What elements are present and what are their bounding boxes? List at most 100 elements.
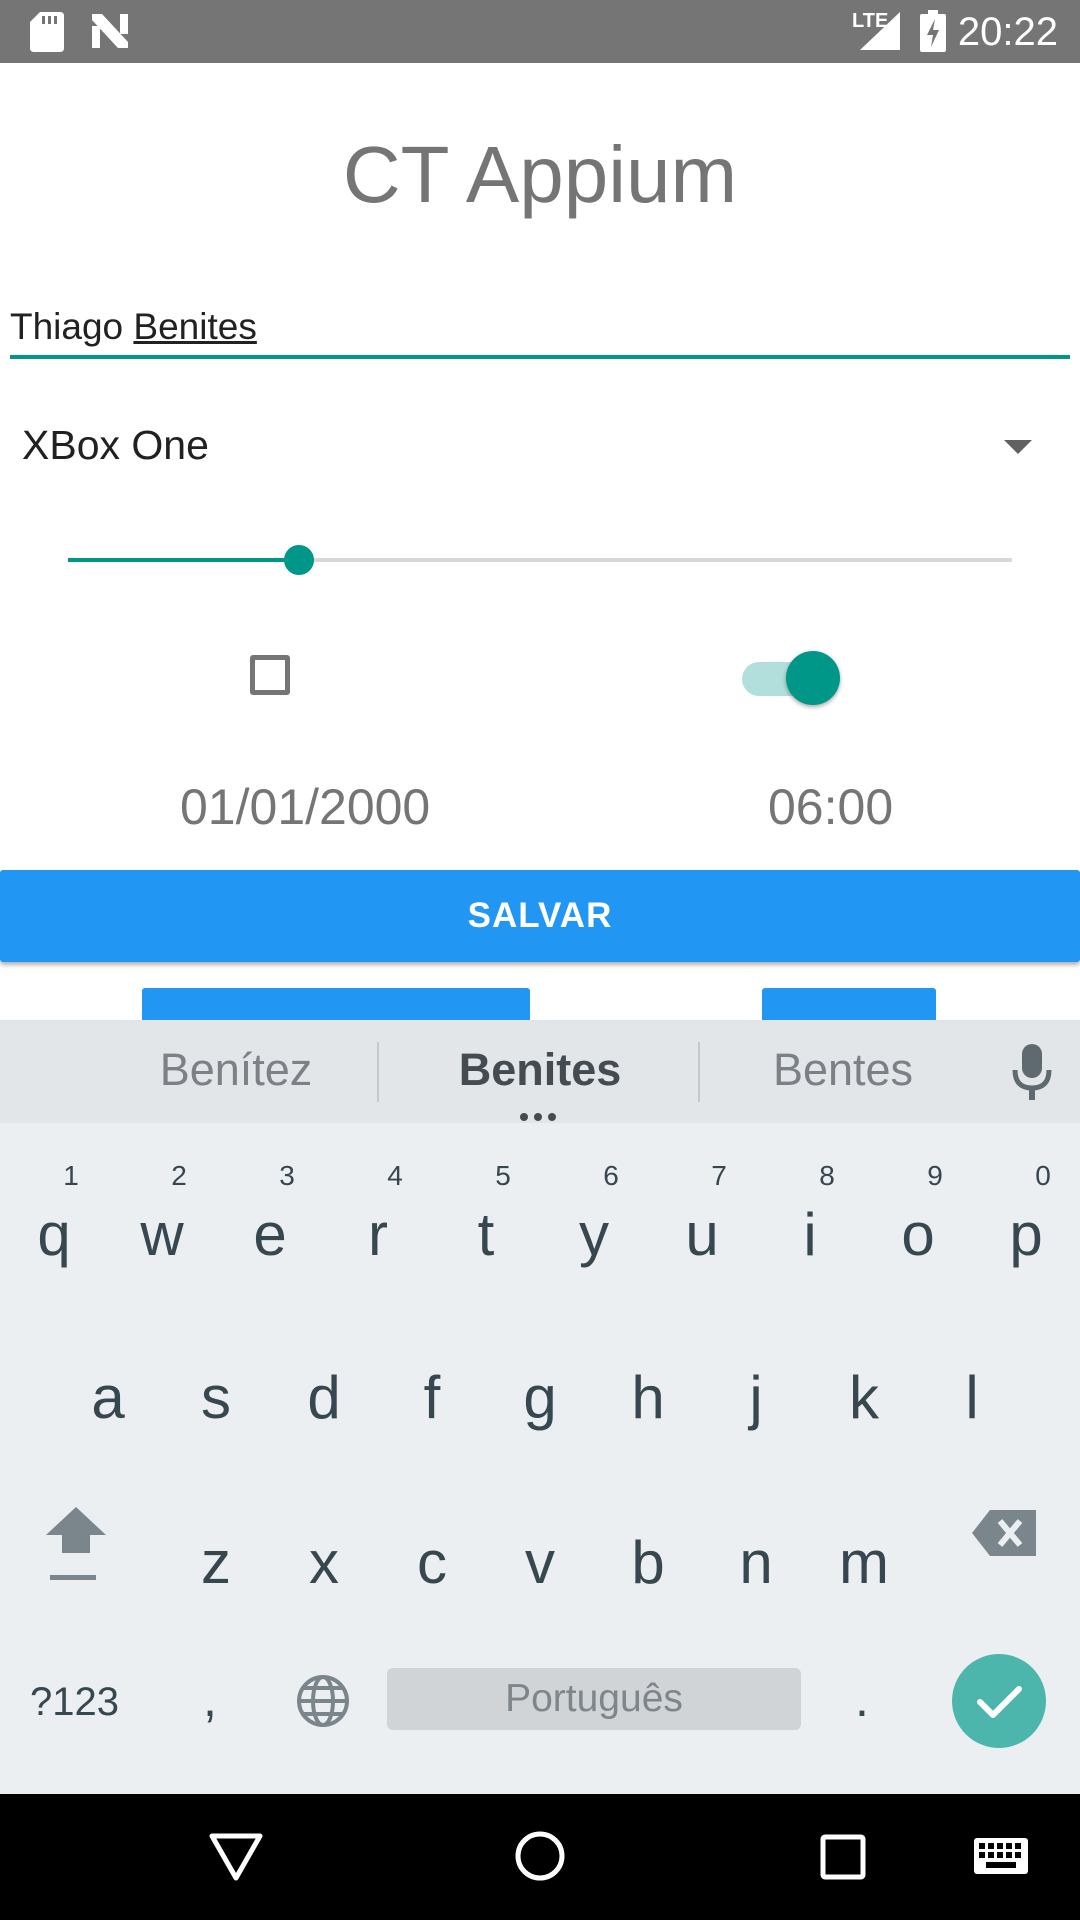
toggle-switch[interactable]	[738, 650, 840, 706]
key-label: f	[423, 1364, 441, 1431]
key[interactable]: b	[594, 1528, 702, 1598]
seek-slider[interactable]	[68, 540, 1012, 580]
backspace-key-icon[interactable]	[972, 1510, 1036, 1556]
key-label: d	[307, 1364, 341, 1431]
key-label: u	[685, 1201, 719, 1268]
key-number-hint: 8	[819, 1160, 835, 1191]
globe-icon[interactable]	[296, 1674, 350, 1728]
key-label: k	[849, 1364, 879, 1431]
key-label: n	[739, 1529, 773, 1596]
spacebar[interactable]: Português	[387, 1668, 801, 1730]
key-number-hint: 3	[279, 1160, 295, 1191]
key[interactable]: c	[378, 1528, 486, 1598]
recents-icon[interactable]	[820, 1834, 866, 1880]
console-spinner[interactable]: XBox One	[0, 410, 1080, 480]
enter-key[interactable]	[952, 1654, 1046, 1748]
checkbox[interactable]	[250, 655, 290, 695]
key[interactable]: p	[972, 1200, 1080, 1270]
key-label: x	[309, 1529, 339, 1596]
home-icon[interactable]	[514, 1830, 566, 1882]
key-label: t	[477, 1201, 495, 1268]
page-title: CT Appium	[342, 130, 738, 219]
status-bar: LTE 20:22	[0, 0, 1080, 63]
key-label: o	[901, 1201, 935, 1268]
keyboard-switch-icon[interactable]	[974, 1838, 1028, 1874]
back-icon[interactable]	[208, 1832, 264, 1882]
name-input-underline	[10, 355, 1070, 359]
key[interactable]: r	[324, 1200, 432, 1270]
key[interactable]: e	[216, 1200, 324, 1270]
key[interactable]: d	[270, 1363, 378, 1433]
name-input[interactable]: Thiago Benites	[10, 300, 1070, 360]
key[interactable]: m	[810, 1528, 918, 1598]
date-picker-text[interactable]: 01/01/2000	[180, 778, 430, 836]
key[interactable]: v	[486, 1528, 594, 1598]
suggestion-2[interactable]: Benites	[382, 1040, 698, 1100]
key[interactable]: u	[648, 1200, 756, 1270]
key[interactable]: a	[54, 1363, 162, 1433]
key-label: z	[201, 1529, 231, 1596]
shift-key-icon[interactable]	[44, 1505, 108, 1587]
key[interactable]: q	[0, 1200, 108, 1270]
key-label: q	[37, 1201, 71, 1268]
slider-fill	[68, 558, 300, 562]
key[interactable]: j	[702, 1363, 810, 1433]
key[interactable]: g	[486, 1363, 594, 1433]
key-label: l	[965, 1364, 979, 1431]
key[interactable]: s	[162, 1363, 270, 1433]
more-suggestions-dot	[534, 1113, 542, 1121]
key[interactable]: k	[810, 1363, 918, 1433]
comma-key[interactable]: ,	[203, 1670, 217, 1728]
key-label: y	[579, 1201, 609, 1268]
checkmark-icon	[977, 1686, 1022, 1718]
key[interactable]: w	[108, 1200, 216, 1270]
key-number-hint: 5	[495, 1160, 511, 1191]
key[interactable]: x	[270, 1528, 378, 1598]
dropdown-arrow-icon	[1004, 440, 1032, 454]
key[interactable]: f	[378, 1363, 486, 1433]
battery-charging-icon	[920, 10, 946, 52]
key[interactable]: t	[432, 1200, 540, 1270]
partial-button-right[interactable]	[762, 988, 936, 1020]
name-input-text: Thiago Benites	[10, 306, 257, 348]
suggestion-strip: Benítez Benites Bentes	[0, 1020, 1080, 1123]
key-number-hint: 2	[171, 1160, 187, 1191]
more-suggestions-dot	[520, 1113, 528, 1121]
microphone-icon[interactable]	[1012, 1044, 1052, 1102]
key[interactable]: o	[864, 1200, 972, 1270]
key-label: a	[91, 1364, 125, 1431]
key-number-hint: 7	[711, 1160, 727, 1191]
key-number-hint: 6	[603, 1160, 619, 1191]
suggestion-1[interactable]: Benítez	[100, 1040, 372, 1100]
key-number-hint: 1	[63, 1160, 79, 1191]
key-number-hint: 0	[1035, 1160, 1051, 1191]
soft-keyboard: Benítez Benites Bentes ?123 , Português …	[0, 1020, 1080, 1794]
key[interactable]: z	[162, 1528, 270, 1598]
suggestion-divider	[698, 1042, 700, 1102]
key[interactable]: h	[594, 1363, 702, 1433]
time-picker-text[interactable]: 06:00	[768, 778, 893, 836]
status-clock: 20:22	[957, 10, 1058, 54]
slider-thumb[interactable]	[284, 545, 315, 575]
key-label: m	[839, 1529, 889, 1596]
period-key[interactable]: .	[855, 1670, 869, 1728]
navigation-bar	[0, 1794, 1080, 1920]
symbols-key[interactable]: ?123	[30, 1680, 119, 1725]
n-logo-icon	[92, 14, 128, 48]
key[interactable]: l	[918, 1363, 1026, 1433]
key[interactable]: i	[756, 1200, 864, 1270]
key[interactable]: n	[702, 1528, 810, 1598]
key-label: s	[201, 1364, 231, 1431]
save-button[interactable]: SALVAR	[0, 870, 1080, 962]
spinner-selected-value: XBox One	[22, 422, 209, 468]
key-label: w	[140, 1201, 184, 1268]
sd-card-icon	[30, 12, 64, 52]
name-input-first: Thiago	[10, 306, 134, 347]
suggestion-3[interactable]: Bentes	[703, 1040, 983, 1100]
key[interactable]: y	[540, 1200, 648, 1270]
key-label: p	[1009, 1201, 1043, 1268]
switch-knob	[786, 651, 840, 705]
key-number-hint: 4	[387, 1160, 403, 1191]
partial-button-left[interactable]	[142, 988, 530, 1020]
name-input-composing: Benites	[133, 306, 257, 347]
